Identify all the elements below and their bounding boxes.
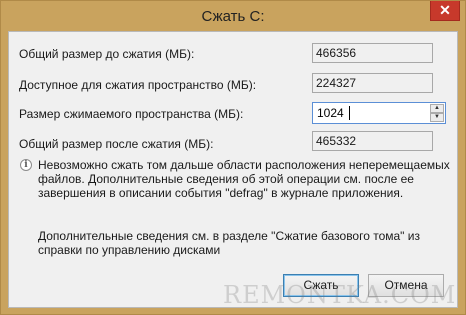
help-line-2: справки по управлению дисками	[38, 243, 221, 257]
available-space-value: 224327	[312, 73, 433, 93]
note-line-1: Невозможно сжать том дальше области расп…	[38, 158, 450, 172]
close-icon: ✕	[439, 2, 451, 18]
title-bar[interactable]: Сжать C: ✕	[1, 1, 465, 31]
shrink-limit-note: Невозможно сжать том дальше области расп…	[38, 158, 450, 200]
window-title: Сжать C:	[201, 8, 265, 25]
total-size-value: 466356	[312, 43, 433, 63]
size-after-value: 465332	[312, 131, 433, 151]
shrink-amount-input[interactable]	[315, 105, 427, 121]
text-caret	[349, 106, 350, 120]
total-size-label: Общий размер до сжатия (МБ):	[19, 47, 195, 61]
available-space-label: Доступное для сжатия пространство (МБ):	[19, 78, 257, 92]
shrink-amount-label: Размер сжимаемого пространства (МБ):	[19, 107, 244, 121]
help-line-1: Дополнительные сведения см. в разделе "С…	[38, 229, 420, 243]
arrow-up-icon: ▲	[434, 105, 440, 111]
spin-up-button[interactable]: ▲	[430, 104, 444, 113]
note-line-3: завершения в описании события "defrag" в…	[38, 186, 404, 200]
shrink-dialog: Сжать C: ✕ Общий размер до сжатия (МБ): …	[0, 0, 466, 315]
size-after-label: Общий размер после сжатия (МБ):	[19, 137, 214, 151]
spin-down-button[interactable]: ▼	[430, 113, 444, 122]
dialog-body: Общий размер до сжатия (МБ): 466356 Дост…	[8, 31, 458, 308]
help-reference-text: Дополнительные сведения см. в разделе "С…	[38, 229, 420, 257]
arrow-down-icon: ▼	[434, 114, 440, 120]
site-watermark: REMONTKA.COM	[223, 281, 457, 309]
note-line-2: файлов. Дополнительные сведения об этой …	[38, 172, 414, 186]
info-icon: i	[20, 159, 32, 171]
close-button[interactable]: ✕	[430, 1, 460, 21]
shrink-amount-stepper[interactable]: ▲ ▼	[312, 102, 446, 124]
